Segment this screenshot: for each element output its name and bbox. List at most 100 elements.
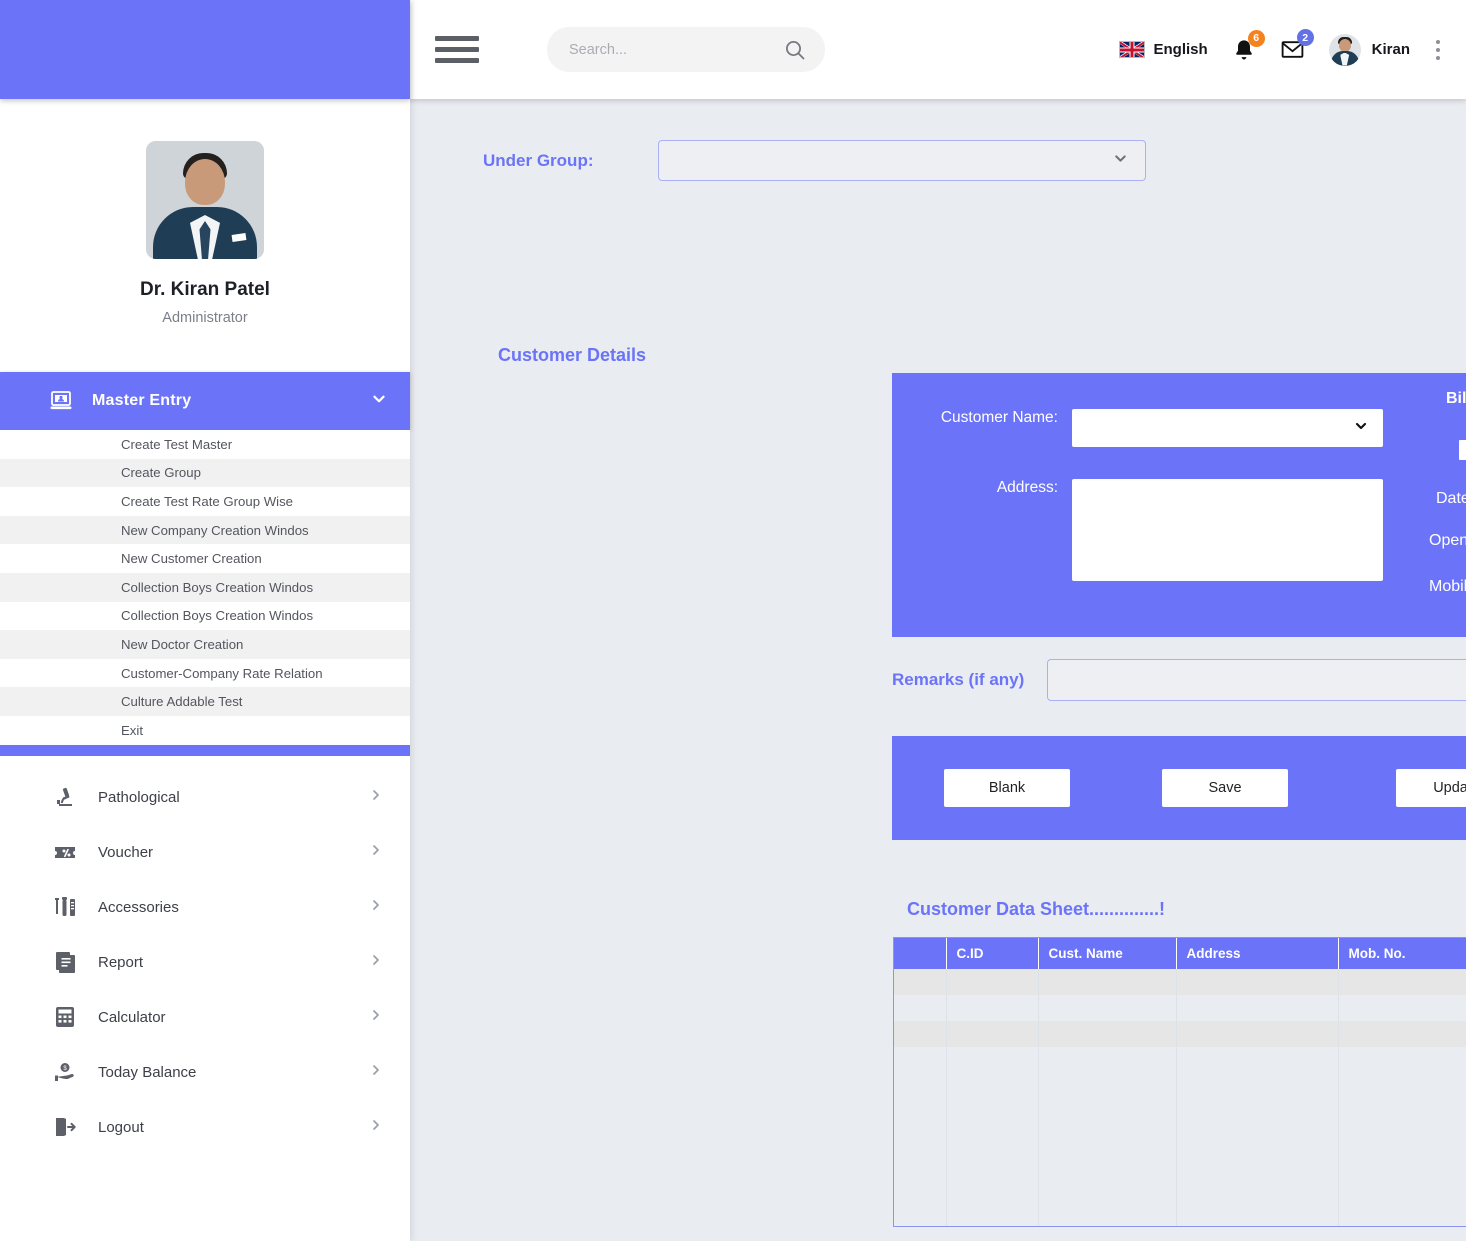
table-header-cell[interactable]: Cust. Name	[1038, 938, 1177, 969]
table-row[interactable]	[894, 969, 1466, 995]
messages-button[interactable]: 2	[1280, 29, 1314, 62]
topbar-right: English 6 2 Kiran	[1119, 29, 1444, 66]
checkbox-row: Active SMS Alert OPD Only	[1459, 440, 1466, 460]
sidebar-banner	[0, 0, 410, 99]
sidebar-item-pathological[interactable]: Pathological	[0, 770, 410, 825]
chevron-right-icon	[368, 897, 384, 918]
remarks-input[interactable]	[1047, 659, 1466, 701]
table-cell	[894, 1047, 947, 1226]
submenu-item[interactable]: New Customer Creation	[0, 544, 410, 573]
sidebar-item-label: Report	[98, 953, 144, 971]
profile-role: Administrator	[162, 310, 248, 326]
table-cell[interactable]	[946, 995, 1039, 1021]
table-header-cell[interactable]: C.ID	[946, 938, 1039, 969]
search-input[interactable]	[567, 40, 783, 59]
submenu-item[interactable]: Create Group	[0, 458, 410, 488]
submenu-item[interactable]: Exit	[0, 716, 410, 745]
chevron-down-icon	[1112, 150, 1129, 171]
address-label: Address:	[996, 479, 1058, 496]
customer-name-label: Customer Name:	[940, 409, 1058, 426]
table-header-cell[interactable]	[894, 938, 947, 969]
sidebar-item-label: Accessories	[98, 898, 179, 916]
sidebar-nav-list: Pathological Voucher Accessories Report Calc…	[0, 756, 410, 1155]
table-cell[interactable]	[1176, 1021, 1339, 1047]
sidebar-item-report[interactable]: Report	[0, 935, 410, 990]
remarks-row: Remarks (if any)	[892, 659, 1466, 701]
submenu-item[interactable]: Create Test Master	[0, 430, 410, 459]
address-row: Address:	[892, 479, 1383, 581]
table-cell[interactable]	[1176, 995, 1339, 1021]
sidebar-item-label: Voucher	[98, 843, 154, 861]
date-row: Date: 30-Sep-2022	[1436, 485, 1466, 513]
table-cell[interactable]	[1338, 1021, 1466, 1047]
submenu-item[interactable]: Collection Boys Creation Windos	[0, 572, 410, 602]
save-button[interactable]: Save	[1162, 769, 1288, 807]
sidebar: Dr. Kiran Patel Administrator Master Ent…	[0, 0, 410, 1241]
mobile-no-row: Mobile No:	[1429, 574, 1466, 600]
submenu-item[interactable]: Collection Boys Creation Windos	[0, 602, 410, 631]
table-cell[interactable]	[1338, 995, 1466, 1021]
logout-door-icon	[52, 1114, 78, 1140]
blank-button[interactable]: Blank	[944, 769, 1070, 807]
sidebar-item-logout[interactable]: Logout	[0, 1100, 410, 1155]
sidebar-item-accessories[interactable]: Accessories	[0, 880, 410, 935]
submenu-item[interactable]: Create Test Rate Group Wise	[0, 487, 410, 516]
sidebar-item-today-balance[interactable]: $ Today Balance	[0, 1045, 410, 1100]
table-cell[interactable]	[946, 969, 1039, 995]
remarks-label: Remarks (if any)	[892, 670, 1025, 689]
table-cell	[1038, 1047, 1177, 1226]
sidebar-item-master-entry[interactable]: Master Entry	[0, 372, 410, 430]
customer-data-table-wrapper[interactable]: C.IDCust. NameAddressMob. No.SMS StatusR…	[893, 937, 1466, 1227]
table-cell[interactable]	[1338, 969, 1466, 995]
search-icon[interactable]	[783, 38, 807, 62]
search-box[interactable]	[547, 27, 825, 72]
checkbox-active-sms-alert[interactable]	[1459, 440, 1466, 460]
table-cell[interactable]	[1038, 995, 1177, 1021]
profile-avatar	[146, 141, 264, 259]
table-body	[894, 969, 1466, 1226]
table-cell[interactable]	[1038, 1021, 1177, 1047]
under-group-select[interactable]	[657, 140, 1146, 181]
chevron-down-icon	[370, 390, 388, 413]
updater-button[interactable]: Updater	[1396, 769, 1466, 807]
table-cell[interactable]	[894, 969, 947, 995]
sidebar-item-calculator[interactable]: Calculator	[0, 990, 410, 1045]
table-cell[interactable]	[946, 1021, 1039, 1047]
customer-details-panel: Customer Name: Address: Bil Date Open Mo…	[892, 373, 1466, 637]
bill-no-applicable-row: Bill No Applicable: BGS LAK	[1446, 388, 1466, 409]
chevron-right-icon	[368, 952, 384, 973]
submenu-bottom-bar	[0, 744, 410, 756]
language-selector[interactable]: English	[1119, 41, 1208, 58]
data-sheet-title: Customer Data Sheet..............!	[907, 899, 1166, 919]
table-cell[interactable]	[894, 995, 947, 1021]
submenu-item[interactable]: Culture Addable Test	[0, 687, 410, 716]
opening-balance-label: Opennig Balance[Rs]:	[1429, 532, 1466, 549]
chevron-down-icon	[1353, 418, 1369, 438]
notifications-button[interactable]: 6	[1232, 29, 1265, 62]
hamburger-icon[interactable]	[435, 35, 479, 65]
action-button-bar: Blank Save Updater Return	[892, 736, 1466, 840]
table-cell[interactable]	[894, 1021, 947, 1047]
table-header-cell[interactable]: Mob. No.	[1338, 938, 1466, 969]
address-input[interactable]	[1072, 479, 1383, 581]
under-group-label: Under Group:	[483, 150, 594, 170]
test-tubes-icon	[52, 894, 78, 920]
chevron-right-icon	[368, 1007, 384, 1028]
table-row[interactable]	[894, 995, 1466, 1021]
master-entry-label: Master Entry	[92, 392, 192, 409]
table-cell[interactable]	[1038, 969, 1177, 995]
submenu-item[interactable]: New Company Creation Windos	[0, 515, 410, 545]
table-cell[interactable]	[1176, 969, 1339, 995]
money-hand-icon: $	[52, 1059, 78, 1085]
sidebar-item-voucher[interactable]: Voucher	[0, 825, 410, 880]
table-row[interactable]	[894, 1021, 1466, 1047]
kebab-menu-icon[interactable]	[1432, 36, 1444, 64]
sidebar-item-label: Pathological	[98, 788, 180, 806]
customer-name-select[interactable]	[1072, 409, 1383, 447]
submenu-item[interactable]: Customer-Company Rate Relation	[0, 659, 410, 688]
table-cell	[946, 1047, 1039, 1226]
table-header-cell[interactable]: Address	[1176, 938, 1339, 969]
submenu-item[interactable]: New Doctor Creation	[0, 630, 410, 659]
user-menu[interactable]: Kiran	[1328, 33, 1410, 66]
report-document-icon	[52, 949, 78, 975]
